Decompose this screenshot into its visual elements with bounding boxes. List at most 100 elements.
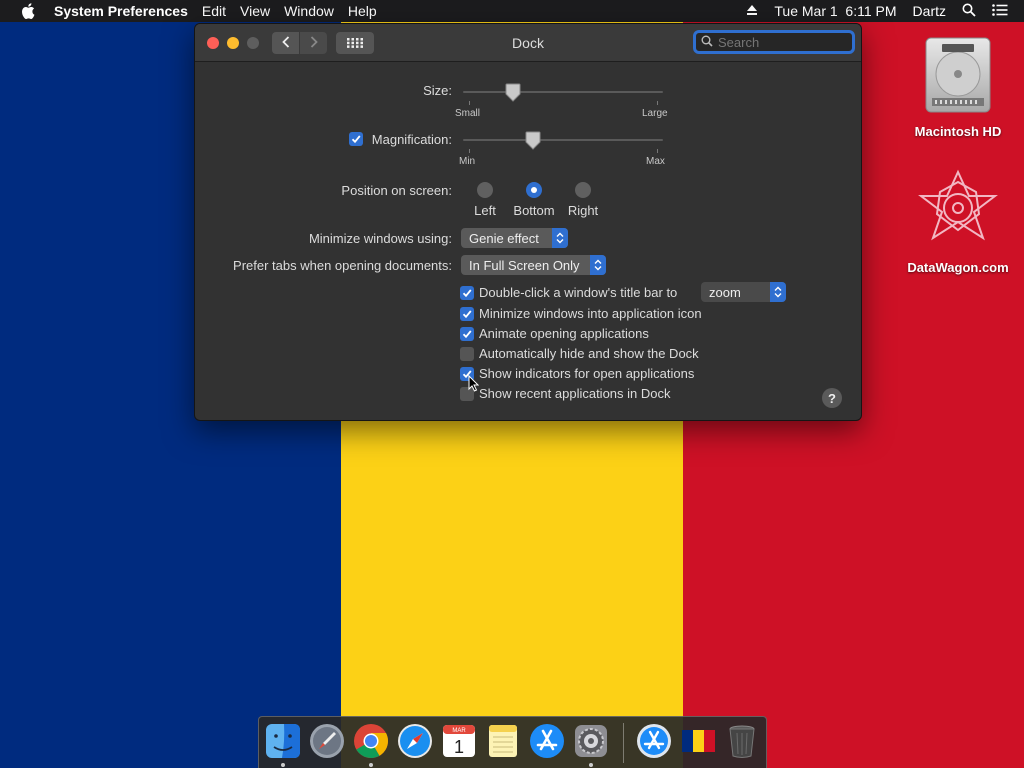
position-bottom-radio[interactable] [526,182,542,198]
size-min-label: Small [455,108,481,119]
updown-arrows-icon [552,228,568,248]
chrome-icon [353,724,389,763]
desktop-icon-macintosh-hd[interactable]: Macintosh HD [903,32,1013,139]
show-all-button[interactable] [336,32,374,54]
menu-bar: System Preferences Edit View Window Help… [0,0,1024,22]
auto-hide-dock-label: Automatically hide and show the Dock [479,346,699,361]
dock-item-system-preferences[interactable] [573,723,609,759]
menu-edit[interactable]: Edit [202,3,226,19]
spotlight-search-icon[interactable] [962,3,976,20]
minimize-effect-popup[interactable]: Genie effect [461,228,568,248]
animate-opening-apps-label: Animate opening applications [479,326,649,341]
desktop-icon-label: Macintosh HD [914,124,1002,139]
grid-icon [347,36,363,51]
position-label: Position on screen: [341,183,452,198]
menubar-user[interactable]: Dartz [913,3,946,19]
hard-drive-icon [920,32,996,120]
safari-icon [397,724,433,763]
desktop-icon-label: DataWagon.com [907,260,1009,275]
dock-item-safari[interactable] [397,723,433,759]
trash-icon [724,725,760,763]
applications-folder-icon [636,724,672,763]
minimize-into-app-icon-checkbox[interactable] [460,307,474,321]
search-input[interactable] [718,34,838,50]
dock-item-app-store[interactable] [529,723,565,759]
double-click-action-popup[interactable]: zoom [701,282,786,302]
auto-hide-dock-checkbox[interactable] [460,347,474,361]
calendar-day: 1 [454,737,464,757]
updown-arrows-icon [770,282,786,302]
dock-item-launchpad[interactable] [309,723,345,759]
running-indicator [589,763,593,767]
flag-file-icon [680,730,716,763]
search-field[interactable] [693,30,855,54]
double-click-title-bar-label: Double-click a window's title bar to [479,285,678,300]
chevron-left-icon [281,35,290,51]
size-label: Size: [423,83,452,98]
dock-item-chrome[interactable] [353,723,389,759]
system-preferences-icon [573,725,609,763]
prefer-tabs-popup[interactable]: In Full Screen Only [461,255,606,275]
launchpad-icon [309,724,345,763]
position-right-radio[interactable] [575,182,591,198]
eject-icon[interactable] [746,3,758,19]
app-menu[interactable]: System Preferences [54,3,188,19]
forward-button[interactable] [300,32,327,54]
apple-icon[interactable] [16,3,40,19]
magnification-max-label: Max [646,156,665,167]
menubar-clock[interactable]: Tue Mar 1 6:11 PM [774,3,896,19]
dock-item-trash[interactable] [724,723,760,759]
dock-item-flag[interactable] [680,723,716,759]
dock: MAR 1 [258,716,767,768]
menu-window[interactable]: Window [284,3,334,19]
menu-view[interactable]: View [240,3,270,19]
double-click-title-bar-checkbox[interactable] [460,286,474,300]
notification-center-icon[interactable] [992,3,1008,19]
minimize-effect-value: Genie effect [469,230,539,246]
finder-icon [265,724,301,763]
position-right-label: Right [567,203,599,218]
search-icon [701,35,713,50]
minimize-using-label: Minimize windows using: [308,231,452,246]
show-indicators-label: Show indicators for open applications [479,366,695,381]
notes-icon [485,725,521,763]
position-left-radio[interactable] [477,182,493,198]
magnification-slider-knob[interactable] [525,131,541,153]
show-recent-apps-label: Show recent applications in Dock [479,386,671,401]
back-button[interactable] [272,32,299,54]
updown-arrows-icon [590,255,606,275]
menu-help[interactable]: Help [348,3,377,19]
calendar-month: MAR [452,728,466,734]
mouse-cursor-icon [468,374,480,397]
size-slider-knob[interactable] [505,83,521,105]
help-button[interactable]: ? [822,388,842,408]
chevron-right-icon [310,35,318,51]
title-bar[interactable]: Dock [195,24,861,62]
dock-item-notes[interactable] [485,723,521,759]
size-slider-track[interactable] [463,91,663,93]
dock-item-calendar[interactable]: MAR 1 [441,723,477,759]
magnification-slider-tick [469,149,470,153]
magnification-slider-track[interactable] [463,139,663,141]
dock-item-finder[interactable] [265,723,301,759]
close-button[interactable] [207,37,219,49]
prefer-tabs-label: Prefer tabs when opening documents: [233,258,452,273]
magnification-label: Magnification: [371,132,452,147]
desktop-icon-datawagon[interactable]: DataWagon.com [903,168,1013,275]
checkmark-icon [462,307,472,322]
size-slider-tick [657,101,658,105]
size-max-label: Large [642,108,668,119]
dock-item-applications[interactable] [636,723,672,759]
animate-opening-apps-checkbox[interactable] [460,327,474,341]
prefer-tabs-value: In Full Screen Only [469,257,580,273]
minimize-button[interactable] [227,37,239,49]
double-click-action-value: zoom [709,284,741,300]
magnification-slider-tick [657,149,658,153]
magnification-min-label: Min [459,156,476,167]
running-indicator [369,763,373,767]
zoom-button[interactable] [247,37,259,49]
size-slider-tick [469,101,470,105]
dock-preferences-window: Dock Size: Small Large Magnification: Mi… [194,23,862,421]
checkmark-icon [462,286,472,301]
running-indicator [281,763,285,767]
